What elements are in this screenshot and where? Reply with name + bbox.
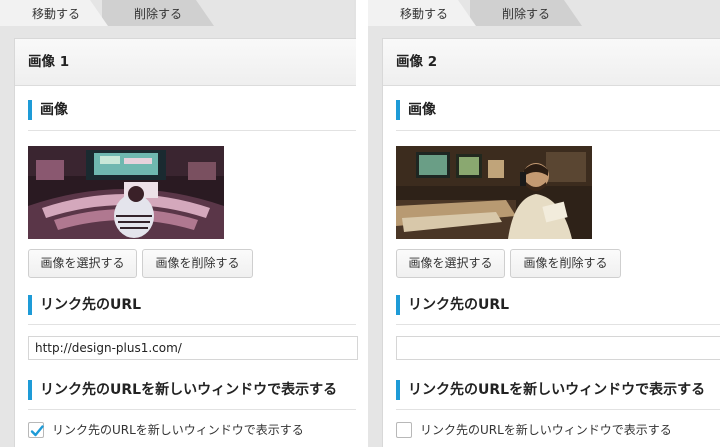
remove-image-button[interactable]: 画像を削除する [510,249,621,278]
image-section-title: 画像 [28,99,68,121]
image-section-title: 画像 [396,99,436,121]
new-window-label: リンク先のURLを新しいウィンドウで表示する [420,423,672,437]
divider [28,409,356,410]
remove-image-button[interactable]: 画像を削除する [142,249,253,278]
panel-title: 画像 1 [15,39,356,86]
checkmark-icon [30,425,44,437]
tab-move-label: 移動する [32,7,81,21]
image-item-1: 削除する 移動する 画像 1 画像 画像を選択する 画像を削除する リンク先のU… [0,0,358,447]
image-item-2: 削除する 移動する 画像 2 画像 画像を選択する 画像を削除する リンク先のU… [368,0,720,447]
new-window-section-title: リンク先のURLを新しいウィンドウで表示する [28,379,337,401]
select-image-button[interactable]: 画像を選択する [396,249,505,278]
divider [396,409,720,410]
divider [28,324,356,325]
tab-move[interactable]: 移動する [368,0,476,26]
new-window-checkbox[interactable] [396,422,412,438]
item-tabs: 削除する 移動する [0,0,356,26]
new-window-label: リンク先のURLを新しいウィンドウで表示する [52,423,304,437]
tab-delete[interactable]: 削除する [470,0,582,26]
select-image-button[interactable]: 画像を選択する [28,249,137,278]
item-tabs: 削除する 移動する [368,0,720,26]
new-window-section-title: リンク先のURLを新しいウィンドウで表示する [396,379,705,401]
tab-delete[interactable]: 削除する [102,0,214,26]
panel-title: 画像 2 [383,39,720,86]
new-window-checkbox[interactable] [28,422,44,438]
item-panel: 画像 1 画像 画像を選択する 画像を削除する リンク先のURL http://… [14,38,358,447]
divider [396,130,720,131]
link-url-input[interactable] [396,336,720,360]
divider [28,130,356,131]
link-url-section-title: リンク先のURL [28,294,141,316]
image-slider-settings: 削除する 移動する 画像 1 画像 画像を選択する 画像を削除する リンク先のU… [0,0,720,447]
link-url-input[interactable] [28,336,358,360]
link-url-section-title: リンク先のURL [396,294,509,316]
tab-move-label: 移動する [400,7,449,21]
divider [396,324,720,325]
image-thumbnail [396,146,592,239]
tab-delete-label: 削除する [134,7,183,21]
tab-delete-label: 削除する [502,7,551,21]
tab-move[interactable]: 移動する [0,0,108,26]
item-panel: 画像 2 画像 画像を選択する 画像を削除する リンク先のURL リンク先のUR… [382,38,720,447]
image-thumbnail [28,146,224,239]
